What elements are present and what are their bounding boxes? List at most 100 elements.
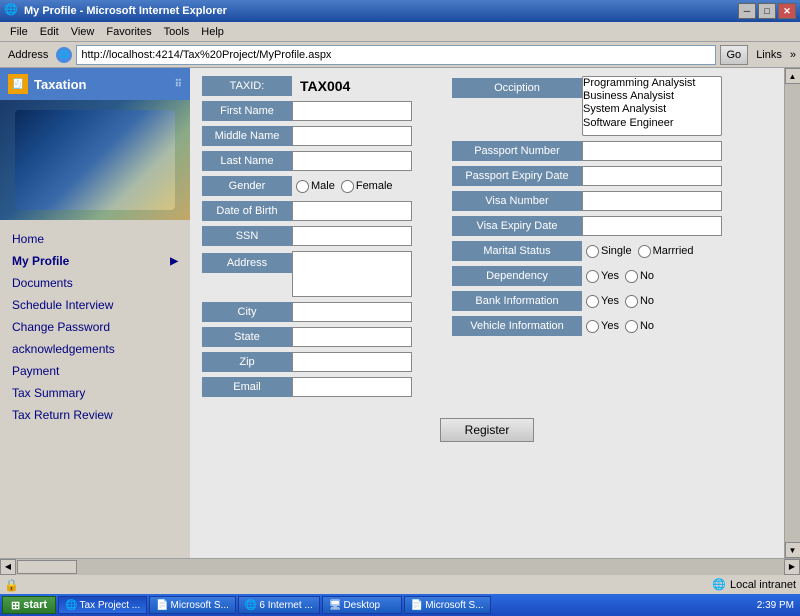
sidebar-item-myprofile[interactable]: My Profile ▶ xyxy=(0,250,190,272)
city-input[interactable] xyxy=(292,302,412,322)
links-arrow[interactable]: » xyxy=(790,49,796,61)
visa-expiry-input[interactable] xyxy=(582,216,722,236)
bank-yes-radio[interactable] xyxy=(586,295,599,308)
marital-single-option[interactable]: Single xyxy=(586,245,632,258)
sidebar-item-changepassword[interactable]: Change Password xyxy=(0,316,190,338)
marital-row: Marital Status Single Marrried xyxy=(452,241,722,261)
marital-married-option[interactable]: Marrried xyxy=(638,245,694,258)
sidebar-dots: ⠿ xyxy=(175,79,182,90)
sidebar-item-acknowledgements[interactable]: acknowledgements xyxy=(0,338,190,360)
taskbar-item-3[interactable]: 🖥 Desktop xyxy=(322,596,402,614)
menu-edit[interactable]: Edit xyxy=(34,24,65,40)
sidebar-item-schedule[interactable]: Schedule Interview xyxy=(0,294,190,316)
sidebar-header: 🧾 Taxation ⠿ xyxy=(0,68,190,100)
gender-male-option[interactable]: Male xyxy=(296,180,335,193)
email-input[interactable] xyxy=(292,377,412,397)
sidebar-item-taxreturn[interactable]: Tax Return Review xyxy=(0,404,190,426)
dependency-no-radio[interactable] xyxy=(625,270,638,283)
vehicle-yes-radio[interactable] xyxy=(586,320,599,333)
gender-male-radio[interactable] xyxy=(296,180,309,193)
sidebar-item-taxsummary[interactable]: Tax Summary xyxy=(0,382,190,404)
go-button[interactable]: Go xyxy=(720,45,749,65)
intranet-icon: 🌐 xyxy=(712,578,726,591)
state-input[interactable] xyxy=(292,327,412,347)
bank-no-radio[interactable] xyxy=(625,295,638,308)
register-button[interactable]: Register xyxy=(440,418,535,442)
taskbar-item-0[interactable]: 🌐 Tax Project ... xyxy=(58,596,147,614)
taskbar-item-2[interactable]: 🌐 6 Internet ... xyxy=(238,596,320,614)
sidebar-item-home[interactable]: Home xyxy=(0,228,190,250)
taxation-icon: 🧾 xyxy=(8,74,28,94)
minimize-button[interactable]: ─ xyxy=(738,3,756,19)
h-scroll-track xyxy=(16,559,784,575)
address-input[interactable] xyxy=(292,251,412,297)
visa-input[interactable] xyxy=(582,191,722,211)
close-button[interactable]: ✕ xyxy=(778,3,796,19)
horizontal-scrollbar[interactable]: ◀ ▶ xyxy=(0,558,800,574)
bank-label: Bank Information xyxy=(452,291,582,311)
status-icon: 🔒 xyxy=(4,578,19,592)
dependency-no-option[interactable]: No xyxy=(625,270,654,283)
app-icon: 🌐 xyxy=(4,3,20,19)
scroll-up-button[interactable]: ▲ xyxy=(785,68,800,84)
taskbar-right: 2:39 PM xyxy=(757,600,798,611)
passport-expiry-input[interactable] xyxy=(582,166,722,186)
bank-no-option[interactable]: No xyxy=(625,295,654,308)
middlename-row: Middle Name xyxy=(202,126,412,146)
title-text: My Profile - Microsoft Internet Explorer xyxy=(24,5,738,17)
vehicle-no-radio[interactable] xyxy=(625,320,638,333)
address-input[interactable]: http://localhost:4214/Tax%20Project/MyPr… xyxy=(76,45,715,65)
menu-help[interactable]: Help xyxy=(195,24,230,40)
sidebar-image xyxy=(0,100,190,220)
city-label: City xyxy=(202,302,292,322)
address-label: Address xyxy=(4,49,52,61)
main-container: 🧾 Taxation ⠿ Home My Profile ▶ Documents… xyxy=(0,68,800,558)
lastname-input[interactable] xyxy=(292,151,412,171)
links-label: Links xyxy=(752,49,786,61)
zip-input[interactable] xyxy=(292,352,412,372)
dependency-yes-option[interactable]: Yes xyxy=(586,270,619,283)
email-row: Email xyxy=(202,377,412,397)
marital-single-radio[interactable] xyxy=(586,245,599,258)
maximize-button[interactable]: □ xyxy=(758,3,776,19)
menu-favorites[interactable]: Favorites xyxy=(100,24,157,40)
gender-label: Gender xyxy=(202,176,292,196)
occupation-select[interactable]: Programming Analysist Business Analysist… xyxy=(582,76,722,136)
start-button[interactable]: ⊞ start xyxy=(2,596,56,614)
marital-married-radio[interactable] xyxy=(638,245,651,258)
sidebar-item-documents[interactable]: Documents xyxy=(0,272,190,294)
right-column: Occiption Programming Analysist Business… xyxy=(452,76,722,402)
lastname-row: Last Name xyxy=(202,151,412,171)
h-scroll-thumb[interactable] xyxy=(17,560,77,574)
visa-expiry-label: Visa Expiry Date xyxy=(452,216,582,236)
gender-female-radio[interactable] xyxy=(341,180,354,193)
taskbar-item-1[interactable]: 📄 Microsoft S... xyxy=(149,596,236,614)
firstname-row: First Name xyxy=(202,101,412,121)
menu-tools[interactable]: Tools xyxy=(158,24,196,40)
scroll-down-button[interactable]: ▼ xyxy=(785,542,800,558)
dependency-yes-radio[interactable] xyxy=(586,270,599,283)
form-columns: TAXID: TAX004 First Name Middle Name xyxy=(202,76,772,402)
passport-input[interactable] xyxy=(582,141,722,161)
vehicle-no-option[interactable]: No xyxy=(625,320,654,333)
gender-female-option[interactable]: Female xyxy=(341,180,393,193)
scroll-right-button[interactable]: ▶ xyxy=(784,559,800,575)
vertical-scrollbar[interactable]: ▲ ▼ xyxy=(784,68,800,558)
menu-file[interactable]: File xyxy=(4,24,34,40)
menu-view[interactable]: View xyxy=(65,24,101,40)
sidebar-item-payment[interactable]: Payment xyxy=(0,360,190,382)
taskbar-item-4[interactable]: 📄 Microsoft S... xyxy=(404,596,491,614)
title-bar: 🌐 My Profile - Microsoft Internet Explor… xyxy=(0,0,800,22)
vehicle-yes-option[interactable]: Yes xyxy=(586,320,619,333)
firstname-label: First Name xyxy=(202,101,292,121)
middlename-input[interactable] xyxy=(292,126,412,146)
bank-yes-option[interactable]: Yes xyxy=(586,295,619,308)
visa-row: Visa Number xyxy=(452,191,722,211)
ssn-label: SSN xyxy=(202,226,292,246)
scroll-left-button[interactable]: ◀ xyxy=(0,559,16,575)
dob-input[interactable] xyxy=(292,201,412,221)
windows-icon: ⊞ xyxy=(11,599,20,612)
firstname-input[interactable] xyxy=(292,101,412,121)
ssn-input[interactable] xyxy=(292,226,412,246)
taxid-value: TAX004 xyxy=(292,78,350,94)
